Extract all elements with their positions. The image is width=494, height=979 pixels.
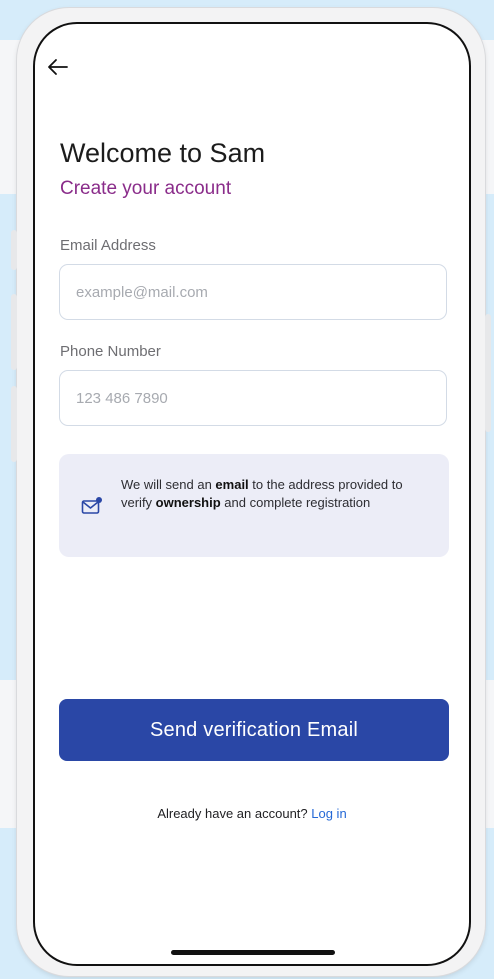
phone-side-button — [11, 230, 17, 270]
page-title: Welcome to Sam — [60, 138, 266, 168]
arrow-left-icon — [48, 59, 68, 75]
email-label: Email Address — [60, 237, 156, 254]
back-button[interactable] — [47, 52, 77, 82]
page-subtitle: Create your account — [60, 178, 232, 199]
home-indicator — [171, 950, 335, 955]
notice-text: We will send an email to the address pro… — [121, 477, 403, 510]
phone-label: Phone Number — [60, 343, 161, 360]
phone-side-button — [11, 294, 17, 370]
phone-side-button — [11, 386, 17, 462]
login-prompt-text: Already have an account? — [157, 806, 312, 821]
verification-notice: We will send an email to the address pro… — [59, 454, 449, 557]
mail-notification-icon — [81, 497, 102, 514]
login-link[interactable]: Log in — [311, 806, 346, 821]
email-field[interactable] — [59, 264, 447, 320]
phone-power-button — [485, 314, 491, 432]
login-prompt: Already have an account? Log in — [33, 806, 471, 821]
send-verification-button[interactable]: Send verification Email — [59, 699, 449, 761]
phone-field[interactable] — [59, 370, 447, 426]
app-screen: Welcome to Sam Create your account Email… — [33, 22, 471, 966]
